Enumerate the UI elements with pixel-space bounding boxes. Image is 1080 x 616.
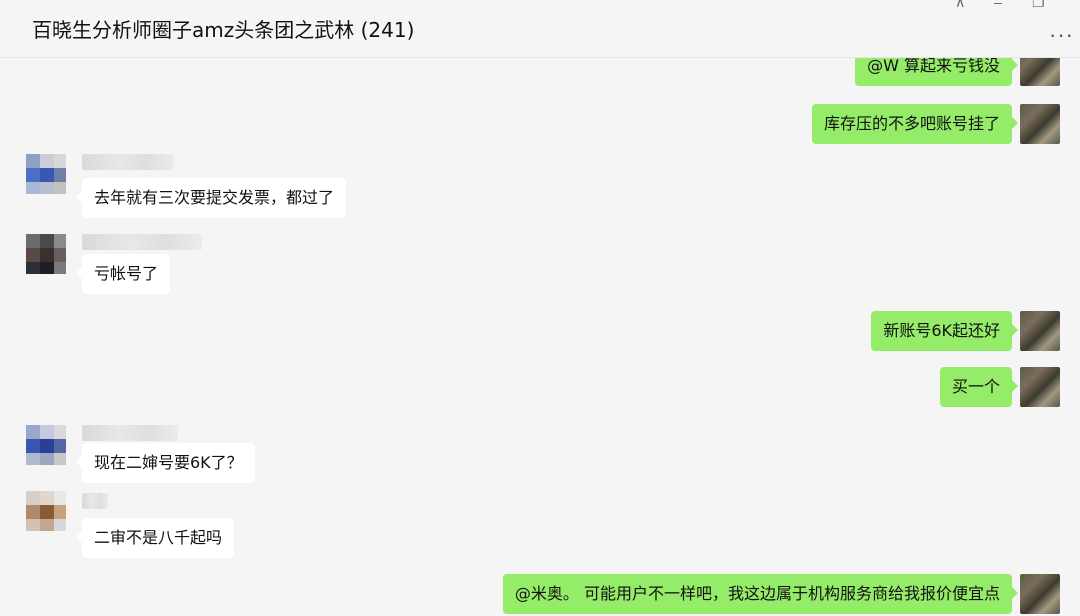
sender-avatar[interactable] <box>26 491 66 531</box>
my-avatar[interactable] <box>1020 58 1060 86</box>
message-bubble[interactable]: 亏帐号了 <box>75 254 171 294</box>
more-options-icon[interactable]: ··· <box>1049 22 1074 48</box>
message-bubble[interactable]: 新账号6K起还好 <box>871 311 1018 351</box>
sender-name-blurred <box>82 234 202 250</box>
message-bubble[interactable]: @W 算起来亏钱没 <box>855 58 1018 86</box>
chat-header: 百晓生分析师圈子amz头条团之武林 (241) ⊼ – ❐ ··· <box>0 0 1080 58</box>
my-avatar[interactable] <box>1020 311 1060 351</box>
my-avatar[interactable] <box>1020 574 1060 614</box>
sender-avatar[interactable] <box>26 154 66 194</box>
message-bubble[interactable]: 库存压的不多吧账号挂了 <box>811 104 1019 144</box>
chat-title: 百晓生分析师圈子amz头条团之武林 (241) <box>32 18 415 42</box>
message-bubble[interactable]: @米奥。 可能用户不一样吧，我这边属于机构服务商给我报价便宜点 <box>502 574 1019 614</box>
sender-avatar[interactable] <box>26 234 66 274</box>
message-bubble[interactable]: 现在二婶号要6K了？ <box>76 443 255 483</box>
sender-name-blurred <box>82 425 178 441</box>
restore-icon[interactable]: ❐ <box>1032 0 1045 11</box>
message-list[interactable]: @W 算起来亏钱没 库存压的不多吧账号挂了 去年就有三次要提交发票，都过了 亏帐… <box>0 58 1080 616</box>
message-bubble[interactable]: 去年就有三次要提交发票，都过了 <box>75 178 347 218</box>
sender-name-blurred <box>82 154 174 170</box>
minimize-icon[interactable]: – <box>994 0 1002 10</box>
message-bubble[interactable]: 买一个 <box>939 367 1019 407</box>
my-avatar[interactable] <box>1020 367 1060 407</box>
sender-avatar[interactable] <box>26 425 66 465</box>
my-avatar[interactable] <box>1020 104 1060 144</box>
pin-icon[interactable]: ⊼ <box>955 0 965 11</box>
sender-name-blurred <box>82 493 108 509</box>
message-bubble[interactable]: 二审不是八千起吗 <box>75 518 235 558</box>
